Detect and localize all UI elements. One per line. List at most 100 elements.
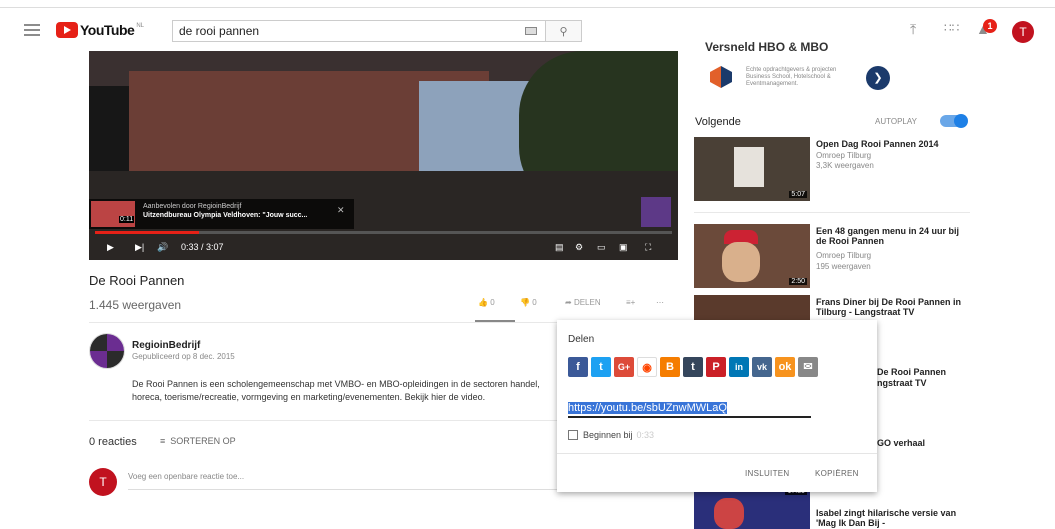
blogger-icon[interactable]: B bbox=[660, 357, 680, 377]
cast-icon[interactable]: ▣ bbox=[619, 242, 628, 253]
channel-watermark[interactable] bbox=[641, 197, 671, 227]
vk-icon[interactable]: vk bbox=[752, 357, 772, 377]
more-actions-icon[interactable]: ⋯ bbox=[656, 298, 664, 307]
avatar-quadrant bbox=[90, 334, 107, 351]
dislike-button[interactable]: 👎 0 bbox=[520, 298, 537, 307]
related-video-title[interactable]: Een 48 gangen menu in 24 uur bij de Rooi… bbox=[816, 226, 966, 246]
keyboard-icon[interactable] bbox=[517, 21, 545, 41]
start-at-checkbox[interactable] bbox=[568, 430, 578, 440]
recommended-thumbnail bbox=[91, 201, 135, 227]
email-icon[interactable]: ✉ bbox=[798, 357, 818, 377]
tumblr-icon[interactable]: t bbox=[683, 357, 703, 377]
related-video-channel: Omroep Tilburg bbox=[816, 151, 872, 160]
divider bbox=[694, 212, 970, 213]
add-to-playlist-icon[interactable]: ≡+ bbox=[626, 298, 635, 307]
avatar-quadrant bbox=[90, 351, 107, 368]
related-video-title[interactable]: Frans Diner bij De Rooi Pannen in Tilbur… bbox=[816, 297, 966, 317]
like-count: 0 bbox=[490, 298, 495, 307]
start-at-time[interactable]: 0:33 bbox=[637, 430, 655, 440]
share-dialog: Delen f t G+ ◉ B t P in vk ok ✉ https://… bbox=[557, 320, 877, 492]
share-url-field[interactable]: https://youtu.be/sbUZnwMWLaQ bbox=[568, 402, 811, 418]
odnoklassniki-icon[interactable]: ok bbox=[775, 357, 795, 377]
play-icon[interactable]: ▶ bbox=[107, 242, 114, 253]
related-video-title[interactable]: GO verhaal bbox=[877, 438, 967, 448]
close-icon[interactable]: ✕ bbox=[337, 205, 345, 216]
next-icon[interactable]: ▶| bbox=[135, 242, 144, 253]
linkedin-icon[interactable]: in bbox=[729, 357, 749, 377]
comment-input[interactable]: Voeg een openbare reactie toe... bbox=[128, 472, 558, 490]
share-arrow-icon: ➦ bbox=[565, 298, 572, 307]
recommended-duration: 0:11 bbox=[119, 216, 135, 223]
subtitles-icon[interactable]: ▤ bbox=[555, 242, 564, 253]
divider bbox=[89, 420, 559, 421]
copy-button[interactable]: KOPIËREN bbox=[815, 469, 859, 478]
video-description: De Rooi Pannen is een scholengemeenschap… bbox=[132, 379, 540, 402]
twitter-icon[interactable]: t bbox=[591, 357, 611, 377]
reddit-icon[interactable]: ◉ bbox=[637, 357, 657, 377]
browser-top-strip bbox=[0, 0, 1055, 8]
related-video-channel: Omroep Tilburg bbox=[816, 251, 872, 260]
video-duration: 5:07 bbox=[789, 191, 807, 198]
ad-logo bbox=[710, 66, 732, 88]
search-icon: ⚲ bbox=[559, 25, 568, 38]
pinterest-icon[interactable]: P bbox=[706, 357, 726, 377]
menu-icon[interactable] bbox=[24, 24, 40, 36]
notification-badge: 1 bbox=[983, 19, 997, 33]
youtube-logo[interactable]: YouTube NL bbox=[56, 21, 144, 39]
related-video-views: 3,3K weergaven bbox=[816, 161, 874, 170]
autoplay-toggle[interactable] bbox=[940, 114, 968, 128]
related-video-title[interactable]: De Rooi Pannen bbox=[877, 367, 967, 377]
embed-button[interactable]: INSLUITEN bbox=[745, 469, 790, 478]
ad-title: Versneld HBO & MBO bbox=[705, 40, 829, 54]
start-at-option[interactable]: Beginnen bij 0:33 bbox=[568, 430, 654, 440]
related-video-title-line2[interactable]: ngstraat TV bbox=[877, 378, 967, 388]
publish-date: Gepubliceerd op 8 dec. 2015 bbox=[132, 352, 235, 361]
volume-icon[interactable]: 🔊 bbox=[157, 242, 168, 253]
avatar-quadrant bbox=[107, 351, 124, 368]
thumbs-down-icon: 👎 bbox=[520, 298, 530, 307]
related-video-thumbnail[interactable]: 17:39 bbox=[694, 488, 810, 529]
logo-word: YouTube bbox=[80, 22, 135, 38]
google-plus-icon[interactable]: G+ bbox=[614, 357, 634, 377]
search-button[interactable]: ⚲ bbox=[545, 21, 581, 41]
progress-bar[interactable] bbox=[95, 231, 672, 234]
country-code: NL bbox=[136, 23, 144, 29]
view-count: 1.445 weergaven bbox=[89, 298, 182, 312]
recommended-title: Uitzendbureau Olympia Veldhoven: "Jouw s… bbox=[143, 212, 308, 219]
related-video-thumbnail[interactable]: 5:07 bbox=[694, 137, 810, 201]
video-title: De Rooi Pannen bbox=[89, 273, 185, 288]
related-video-title[interactable]: Open Dag Rooi Pannen 2014 bbox=[816, 139, 966, 149]
apps-grid-icon[interactable]: ∷∷ bbox=[944, 21, 959, 35]
recommended-card[interactable]: 0:11 Aanbevolen door RegioinBedrijf Uitz… bbox=[89, 199, 354, 229]
youtube-play-icon bbox=[56, 22, 78, 38]
commenter-avatar: T bbox=[89, 468, 117, 496]
settings-gear-icon[interactable]: ⚙ bbox=[575, 242, 583, 253]
channel-avatar[interactable] bbox=[89, 333, 125, 369]
avatar-quadrant bbox=[107, 334, 124, 351]
share-button[interactable]: ➦ DELEN bbox=[565, 298, 601, 307]
chevron-right-icon[interactable]: ❯ bbox=[866, 66, 890, 90]
comments-count: 0 reacties bbox=[89, 436, 137, 448]
facebook-icon[interactable]: f bbox=[568, 357, 588, 377]
thumb-face bbox=[722, 242, 760, 282]
thumb-figure bbox=[714, 498, 744, 529]
video-player[interactable]: 0:11 Aanbevolen door RegioinBedrijf Uitz… bbox=[89, 51, 678, 260]
divider bbox=[557, 453, 877, 454]
fullscreen-icon[interactable]: ⛶ bbox=[645, 242, 651, 253]
autoplay-label: AUTOPLAY bbox=[875, 117, 917, 126]
dislike-count: 0 bbox=[532, 298, 537, 307]
upload-icon[interactable]: ⤒ bbox=[910, 21, 916, 38]
sort-comments-button[interactable]: ≡ SORTEREN OP bbox=[160, 436, 236, 446]
like-button[interactable]: 👍 0 bbox=[478, 298, 495, 307]
thumb-figure bbox=[734, 147, 764, 187]
related-video-title[interactable]: Isabel zingt hilarische versie van 'Mag … bbox=[816, 508, 966, 528]
related-video-views: 195 weergaven bbox=[816, 262, 871, 271]
search-box: de rooi pannen ⚲ bbox=[172, 20, 582, 42]
search-input[interactable]: de rooi pannen bbox=[173, 21, 517, 41]
start-at-label: Beginnen bij bbox=[583, 430, 633, 440]
theater-mode-icon[interactable]: ▭ bbox=[597, 242, 606, 253]
account-avatar[interactable]: T bbox=[1012, 21, 1034, 43]
channel-name[interactable]: RegioinBedrijf bbox=[132, 340, 200, 351]
share-dialog-title: Delen bbox=[568, 334, 595, 345]
related-video-thumbnail[interactable]: 2:50 bbox=[694, 224, 810, 288]
